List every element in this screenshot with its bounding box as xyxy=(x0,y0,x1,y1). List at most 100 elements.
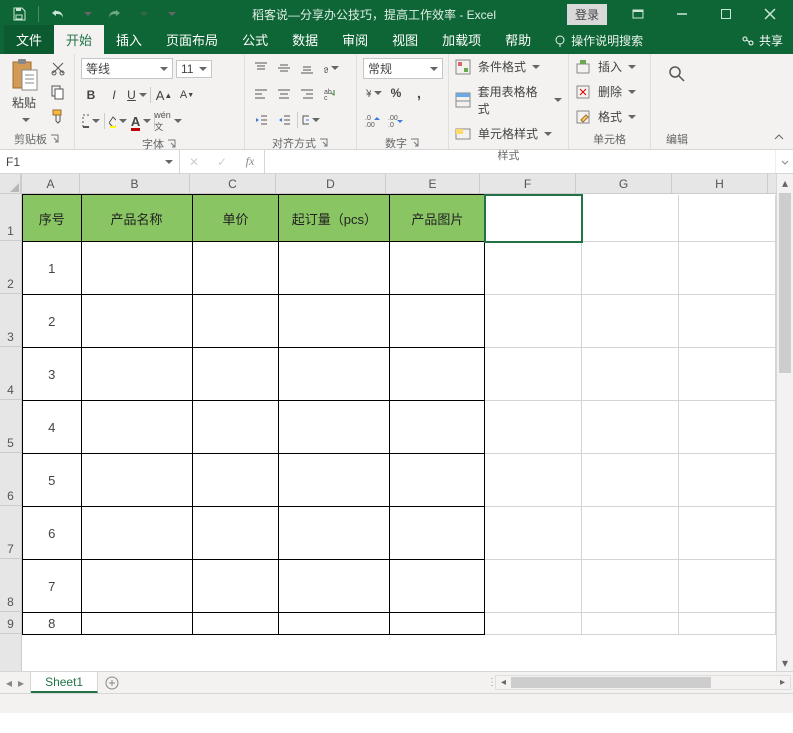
tell-me[interactable]: 操作说明搜索 xyxy=(543,27,653,54)
font-color-button[interactable]: A xyxy=(131,111,151,131)
cell-F7[interactable] xyxy=(485,507,582,560)
cell-E9[interactable] xyxy=(390,613,485,635)
insert-cells-button[interactable]: 插入 xyxy=(575,58,636,75)
font-launcher[interactable] xyxy=(167,139,177,149)
wrap-text-button[interactable]: abc xyxy=(320,84,340,104)
cell-E7[interactable] xyxy=(390,507,485,560)
row-header-8[interactable]: 8 xyxy=(0,559,21,612)
phonetic-button[interactable]: wén文 xyxy=(158,111,178,131)
tab-view[interactable]: 视图 xyxy=(380,25,430,54)
increase-indent-button[interactable] xyxy=(274,110,294,130)
cell-F9[interactable] xyxy=(485,613,582,635)
qat-customize[interactable] xyxy=(159,3,181,25)
vertical-scrollbar[interactable]: ▴ ▾ xyxy=(776,174,793,671)
accounting-format-button[interactable]: ¥ xyxy=(363,83,383,103)
tab-split-handle[interactable]: ⋮ xyxy=(487,677,495,688)
cell-styles-button[interactable]: 单元格样式 xyxy=(455,125,552,142)
cell-A3[interactable]: 2 xyxy=(23,295,82,348)
cell-B7[interactable] xyxy=(81,507,192,560)
next-sheet-icon[interactable]: ▸ xyxy=(18,676,24,690)
cell-D3[interactable] xyxy=(279,295,390,348)
cell-G3[interactable] xyxy=(582,295,679,348)
cell-C7[interactable] xyxy=(192,507,279,560)
comma-button[interactable]: , xyxy=(409,83,429,103)
orientation-button[interactable]: ab xyxy=(320,58,340,78)
shrink-font-button[interactable]: A▼ xyxy=(177,85,197,105)
h-scroll-thumb[interactable] xyxy=(511,677,711,688)
tab-help[interactable]: 帮助 xyxy=(493,25,543,54)
cell-B5[interactable] xyxy=(81,401,192,454)
clipboard-launcher[interactable] xyxy=(50,134,60,144)
copy-button[interactable] xyxy=(48,82,68,102)
cell-G4[interactable] xyxy=(582,348,679,401)
align-middle-button[interactable] xyxy=(274,58,294,78)
align-left-button[interactable] xyxy=(251,84,271,104)
ribbon-options-icon[interactable] xyxy=(617,0,659,28)
cell-H5[interactable] xyxy=(679,401,776,454)
cell-B8[interactable] xyxy=(81,560,192,613)
row-header-6[interactable]: 6 xyxy=(0,453,21,506)
collapse-ribbon-button[interactable] xyxy=(773,131,789,147)
delete-cells-button[interactable]: 删除 xyxy=(575,83,636,100)
col-header-A[interactable]: A xyxy=(22,174,80,193)
new-sheet-button[interactable] xyxy=(98,672,126,693)
cell-F2[interactable] xyxy=(485,242,582,295)
bold-button[interactable]: B xyxy=(81,85,101,105)
cell-B9[interactable] xyxy=(81,613,192,635)
col-header-G[interactable]: G xyxy=(576,174,672,193)
cell-H2[interactable] xyxy=(679,242,776,295)
scroll-up-button[interactable]: ▴ xyxy=(777,174,793,191)
redo-dropdown[interactable] xyxy=(131,3,153,25)
cell-D8[interactable] xyxy=(279,560,390,613)
cell-C8[interactable] xyxy=(192,560,279,613)
cell-E3[interactable] xyxy=(390,295,485,348)
tab-home[interactable]: 开始 xyxy=(54,25,104,54)
cell-H3[interactable] xyxy=(679,295,776,348)
tab-formulas[interactable]: 公式 xyxy=(230,25,280,54)
cell-E4[interactable] xyxy=(390,348,485,401)
cell-F1[interactable] xyxy=(485,195,582,242)
row-header-1[interactable]: 1 xyxy=(0,194,21,241)
cell-H6[interactable] xyxy=(679,454,776,507)
cell-F4[interactable] xyxy=(485,348,582,401)
cell-F8[interactable] xyxy=(485,560,582,613)
cell-C5[interactable] xyxy=(192,401,279,454)
prev-sheet-icon[interactable]: ◂ xyxy=(6,676,12,690)
cell-E6[interactable] xyxy=(390,454,485,507)
scroll-right-button[interactable]: ▸ xyxy=(775,677,790,688)
cell-C2[interactable] xyxy=(192,242,279,295)
cell-G5[interactable] xyxy=(582,401,679,454)
cell-G2[interactable] xyxy=(582,242,679,295)
col-header-E[interactable]: E xyxy=(386,174,480,193)
cell-G1[interactable] xyxy=(582,195,679,242)
horizontal-scrollbar[interactable]: ◂ ▸ xyxy=(495,675,791,690)
cell-E5[interactable] xyxy=(390,401,485,454)
scroll-thumb[interactable] xyxy=(779,193,791,373)
expand-formula-bar[interactable] xyxy=(775,150,793,173)
sheet-tab[interactable]: Sheet1 xyxy=(31,672,98,693)
cell-A2[interactable]: 1 xyxy=(23,242,82,295)
cell-B4[interactable] xyxy=(81,348,192,401)
grow-font-button[interactable]: A▲ xyxy=(154,85,174,105)
decrease-indent-button[interactable] xyxy=(251,110,271,130)
enter-formula-button[interactable]: ✓ xyxy=(208,155,236,169)
col-header-C[interactable]: C xyxy=(190,174,276,193)
cell-C4[interactable] xyxy=(192,348,279,401)
decrease-decimal-button[interactable]: .00.0 xyxy=(386,110,406,130)
close-icon[interactable] xyxy=(749,0,791,28)
italic-button[interactable]: I xyxy=(104,85,124,105)
cell-G6[interactable] xyxy=(582,454,679,507)
cell-F5[interactable] xyxy=(485,401,582,454)
underline-button[interactable]: U xyxy=(127,85,147,105)
align-top-button[interactable] xyxy=(251,58,271,78)
login-button[interactable]: 登录 xyxy=(567,4,607,25)
cell-A6[interactable]: 5 xyxy=(23,454,82,507)
cell-B2[interactable] xyxy=(81,242,192,295)
align-right-button[interactable] xyxy=(297,84,317,104)
cell-H9[interactable] xyxy=(679,613,776,635)
sheet-nav[interactable]: ◂ ▸ xyxy=(0,672,31,693)
cell-G9[interactable] xyxy=(582,613,679,635)
cell-D9[interactable] xyxy=(279,613,390,635)
row-header-9[interactable]: 9 xyxy=(0,612,21,634)
align-center-button[interactable] xyxy=(274,84,294,104)
